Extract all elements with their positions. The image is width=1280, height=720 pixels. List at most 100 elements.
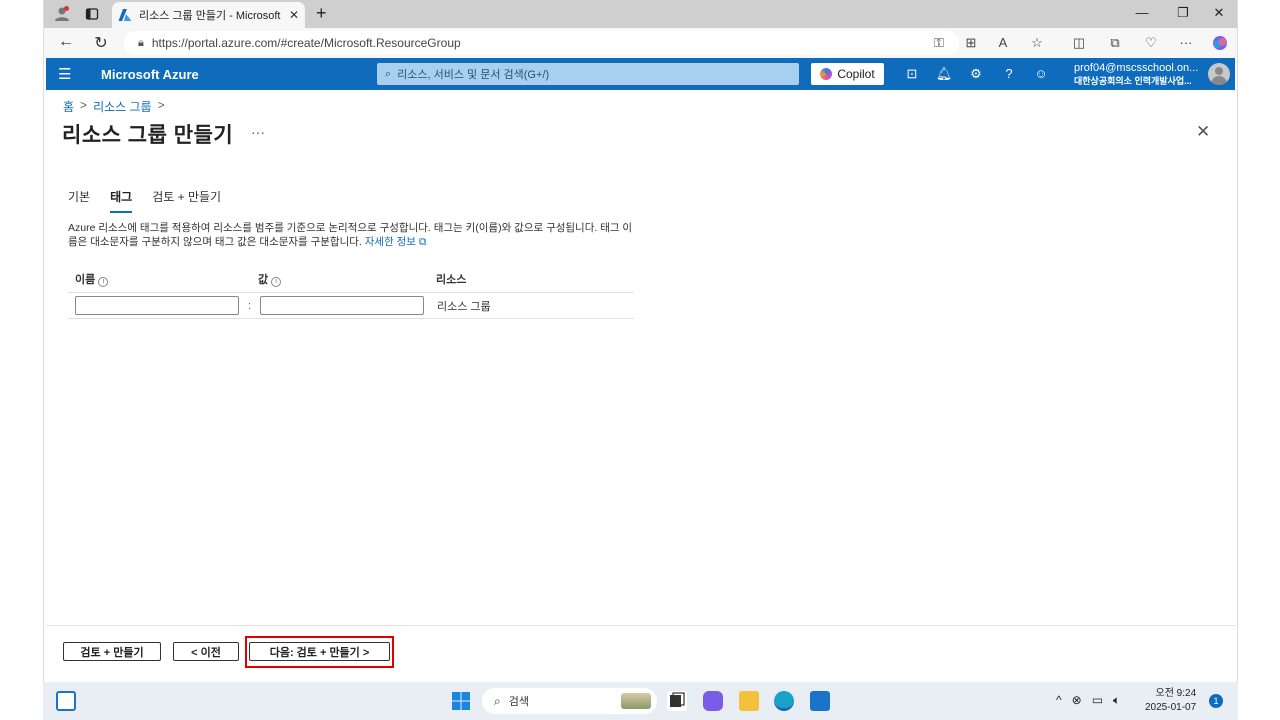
learn-more-link[interactable]: 자세한 정보 ⧉ xyxy=(365,236,427,248)
breadcrumb-home[interactable]: 홈 xyxy=(63,98,74,115)
review-create-button[interactable]: 검토 + 만들기 xyxy=(63,642,161,661)
search-highlight-icon xyxy=(621,693,651,709)
browser-tab-active[interactable]: 리소스 그룹 만들기 - Microsoft Azure ✕ xyxy=(112,2,305,28)
close-blade-icon[interactable]: ✕ xyxy=(1196,122,1210,142)
breadcrumb-resource-groups[interactable]: 리소스 그룹 xyxy=(93,98,152,115)
more-options-icon[interactable]: ··· xyxy=(251,124,265,140)
split-screen-icon[interactable]: ◫ xyxy=(1070,35,1088,51)
new-tab-icon[interactable]: + xyxy=(316,3,327,24)
tab-title: 리소스 그룹 만들기 - Microsoft Azure xyxy=(139,10,283,22)
chevron-up-icon[interactable]: ^ xyxy=(1056,693,1062,708)
info-icon[interactable]: i xyxy=(271,277,282,287)
browser-window: 리소스 그룹 만들기 - Microsoft Azure ✕ + — ❐ ✕ ←… xyxy=(43,0,1238,682)
tags-description: Azure 리소스에 태그를 적용하여 리소스를 범주를 기준으로 논리적으로 … xyxy=(68,221,634,249)
tag-name-input[interactable] xyxy=(75,296,239,315)
settings-gear-icon[interactable]: ⚙ xyxy=(967,66,985,82)
profile-icon[interactable] xyxy=(52,4,72,24)
learn-more-label: 자세한 정보 xyxy=(364,236,416,248)
copilot-button[interactable]: Copilot xyxy=(811,63,884,85)
next-review-create-button[interactable]: 다음: 검토 + 만들기 > xyxy=(249,642,390,661)
tag-table: 이름 i 값i 리소스 : 리소스 그룹 xyxy=(68,266,634,319)
global-search-placeholder: 리소스, 서비스 및 문서 검색(G+/) xyxy=(397,69,550,81)
system-tray: ^ ⊗ ▭ 🔈︎ xyxy=(1056,693,1120,708)
edge-browser-icon[interactable] xyxy=(774,691,794,711)
taskbar-search[interactable]: ⌕ 검색 xyxy=(482,688,657,714)
global-search-input[interactable]: ⌕ 리소스, 서비스 및 문서 검색(G+/) xyxy=(377,63,799,85)
copilot-label: Copilot xyxy=(837,67,875,81)
header-resource: 리소스 xyxy=(436,274,467,286)
clock-date: 2025-01-07 xyxy=(1145,702,1197,713)
notification-badge[interactable]: 1 xyxy=(1209,694,1223,708)
restore-icon[interactable]: ❐ xyxy=(1173,5,1193,21)
read-aloud-icon[interactable]: A xyxy=(994,35,1012,50)
tag-table-header: 이름 i 값i 리소스 xyxy=(68,266,634,293)
taskbar-search-label: 검색 xyxy=(508,696,529,708)
tag-resource-cell: 리소스 그룹 xyxy=(437,300,491,313)
account-org: 대한상공회의소 인력개발사업... xyxy=(1074,76,1192,86)
search-icon: ⌕ xyxy=(385,67,392,80)
window-close-icon[interactable]: ✕ xyxy=(1209,5,1229,21)
widgets-icon[interactable] xyxy=(56,691,76,711)
task-view-icon[interactable] xyxy=(667,691,687,711)
azure-top-bar: ☰ Microsoft Azure ⌕ 리소스, 서비스 및 문서 검색(G+/… xyxy=(46,58,1235,90)
tab-tags[interactable]: 태그 xyxy=(110,188,133,213)
azure-logo-icon xyxy=(118,9,132,21)
avatar[interactable] xyxy=(1208,63,1230,85)
start-icon[interactable] xyxy=(451,691,471,711)
breadcrumb: 홈 > 리소스 그룹 > xyxy=(63,98,165,115)
header-name-label: 이름 xyxy=(75,274,96,286)
settings-more-icon[interactable]: ··· xyxy=(1177,35,1195,50)
file-explorer-icon[interactable] xyxy=(739,691,759,711)
teams-chat-icon[interactable] xyxy=(703,691,723,711)
copilot-sidebar-icon[interactable] xyxy=(1211,35,1229,54)
address-bar-url: https://portal.azure.com/#create/Microso… xyxy=(151,36,461,50)
tab-review-create[interactable]: 검토 + 만들기 xyxy=(152,188,221,211)
tags-description-text: Azure 리소스에 태그를 적용하여 리소스를 범주를 기준으로 논리적으로 … xyxy=(68,222,633,248)
app-install-icon[interactable]: ⊞ xyxy=(962,35,980,51)
previous-button[interactable]: < 이전 xyxy=(173,642,239,661)
portal-menu-icon[interactable]: ☰ xyxy=(58,65,71,83)
address-bar[interactable]: 🔒︎ https://portal.azure.com/#create/Micr… xyxy=(124,31,959,55)
favorite-star-icon[interactable]: ☆ xyxy=(1028,35,1046,51)
account-menu[interactable]: prof04@mscsschool.on... 대한상공회의소 인력개발사업..… xyxy=(1074,62,1198,88)
back-icon[interactable]: ← xyxy=(56,33,76,51)
browser-essentials-icon[interactable]: ♡ xyxy=(1142,35,1160,51)
notifications-bell-icon[interactable]: 🔔︎ xyxy=(935,66,953,82)
windows-taskbar: ⌕ 검색 ^ ⊗ ▭ 🔈︎ 오전 9:24 2025-01-07 1 xyxy=(43,682,1238,720)
browser-tab-strip: 리소스 그룹 만들기 - Microsoft Azure ✕ + — ❐ ✕ xyxy=(44,0,1237,28)
tag-separator: : xyxy=(247,299,252,312)
breadcrumb-separator: > xyxy=(80,98,88,112)
help-icon[interactable]: ? xyxy=(1000,66,1018,81)
site-info-icon[interactable]: 🔒︎ xyxy=(138,37,144,50)
header-name: 이름 i xyxy=(68,271,252,287)
wizard-footer: 검토 + 만들기 < 이전 다음: 검토 + 만들기 > xyxy=(46,625,1235,682)
store-icon[interactable] xyxy=(810,691,830,711)
tab-close-icon[interactable]: ✕ xyxy=(289,8,299,22)
search-icon: ⌕ xyxy=(494,693,501,708)
screen: 리소스 그룹 만들기 - Microsoft Azure ✕ + — ❐ ✕ ←… xyxy=(0,0,1280,720)
status-x-icon[interactable]: ⊗ xyxy=(1072,693,1082,708)
volume-icon[interactable]: 🔈︎ xyxy=(1113,693,1120,708)
network-icon[interactable]: ▭ xyxy=(1092,693,1103,708)
minimize-icon[interactable]: — xyxy=(1132,5,1152,20)
table-row: : 리소스 그룹 xyxy=(68,293,634,319)
header-value: 값i xyxy=(252,271,430,287)
breadcrumb-separator: > xyxy=(157,98,165,112)
tab-basics[interactable]: 기본 xyxy=(68,188,90,211)
wizard-tabs: 기본 태그 검토 + 만들기 xyxy=(68,188,221,213)
key-icon[interactable]: ⚿ xyxy=(930,35,948,51)
tab-actions-icon[interactable] xyxy=(82,4,102,24)
info-icon[interactable]: i xyxy=(98,277,109,287)
account-email: prof04@mscsschool.on... xyxy=(1074,62,1199,74)
refresh-icon[interactable]: ↻ xyxy=(91,33,111,53)
clock-time: 오전 9:24 xyxy=(1155,688,1197,699)
clock[interactable]: 오전 9:24 2025-01-07 xyxy=(1145,687,1196,715)
feedback-icon[interactable]: ☺ xyxy=(1032,66,1050,81)
copilot-icon xyxy=(820,68,833,80)
header-value-label: 값 xyxy=(258,274,269,286)
browser-toolbar: ← ↻ 🔒︎ https://portal.azure.com/#create/… xyxy=(44,28,1237,58)
azure-brand[interactable]: Microsoft Azure xyxy=(101,67,199,82)
cloud-shell-icon[interactable]: ⊡ xyxy=(903,66,921,82)
tag-value-input[interactable] xyxy=(260,296,424,315)
collections-icon[interactable]: ⧉ xyxy=(1106,35,1124,51)
